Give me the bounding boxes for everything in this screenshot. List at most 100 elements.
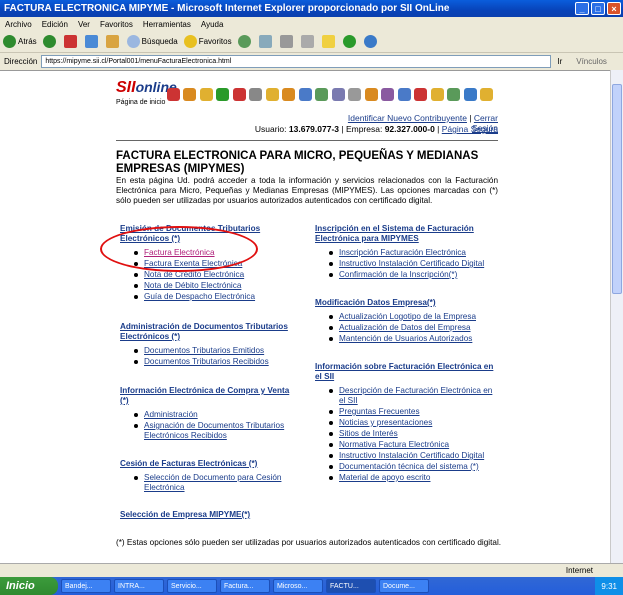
list-item: Administración <box>120 410 292 420</box>
section-inscripcion: Inscripción en el Sistema de Facturación… <box>315 224 495 280</box>
list-item: Documentos Tributarios Emitidos <box>120 346 290 356</box>
section-informacion: Información sobre Facturación Electrónic… <box>315 362 495 483</box>
window-title: FACTURA ELECTRONICA MIPYME - Microsoft I… <box>4 3 450 14</box>
nav-icon-8[interactable] <box>282 79 297 107</box>
page-viewport <box>0 70 610 590</box>
header-divider <box>116 140 498 141</box>
nav-icon-12[interactable] <box>348 79 363 107</box>
taskbar-item[interactable]: INTRA... <box>114 579 164 593</box>
user-line: Usuario: 13.679.077-3 | Empresa: 92.327.… <box>254 124 498 134</box>
list-item: Normativa Factura Electrónica <box>315 440 495 450</box>
messenger-button[interactable] <box>342 35 358 48</box>
list-item: Confirmación de la Inscripción(*) <box>315 270 495 280</box>
nav-icon-18[interactable] <box>447 79 462 107</box>
refresh-icon <box>84 35 98 48</box>
list-item: Preguntas Frecuentes <box>315 407 495 417</box>
list-item: Noticias y presentaciones <box>315 418 495 428</box>
nav-icon-16[interactable] <box>414 79 429 107</box>
secure-page-link[interactable]: Página Segura <box>442 124 498 134</box>
search-button[interactable]: Búsqueda <box>126 35 178 48</box>
home-link[interactable]: Página de inicio <box>116 99 165 106</box>
section-administracion: Administración de Documentos Tributarios… <box>120 322 290 367</box>
go-button[interactable]: Ir <box>557 57 562 66</box>
list-item: Material de apoyo escrito <box>315 473 495 483</box>
star-icon <box>183 35 197 48</box>
new-taxpayer-link[interactable]: Identificar Nuevo Contribuyente <box>348 113 467 123</box>
print-icon <box>279 35 293 48</box>
close-button[interactable]: × <box>607 2 621 15</box>
people-button[interactable] <box>363 35 379 48</box>
section-seleccion-empresa: Selección de Empresa MIPYME(*) <box>120 510 251 519</box>
menu-favorites[interactable]: Favoritos <box>95 20 138 29</box>
nav-icon-9[interactable] <box>298 79 313 107</box>
list-item: Mantención de Usuarios Autorizados <box>315 334 495 344</box>
list-item: Sitios de Interés <box>315 429 495 439</box>
nav-icon-6[interactable] <box>249 79 264 107</box>
links-button[interactable]: Vínculos <box>576 57 607 66</box>
mail-button[interactable] <box>258 35 274 48</box>
mail-icon <box>258 35 272 48</box>
menu-help[interactable]: Ayuda <box>196 20 229 29</box>
menu-view[interactable]: Ver <box>73 20 95 29</box>
edit-button[interactable] <box>300 35 316 48</box>
nav-icon-4[interactable] <box>216 79 231 107</box>
taskbar-item[interactable]: Docume... <box>379 579 429 593</box>
menu-bar: Archivo Edición Ver Favoritos Herramient… <box>0 17 623 31</box>
taskbar-item[interactable]: Factura... <box>220 579 270 593</box>
favorites-button[interactable]: Favoritos <box>183 35 232 48</box>
address-bar: Dirección https://mipyme.sii.cl/Portal00… <box>0 53 623 69</box>
intro-text: En esta página Ud. podrá acceder a toda … <box>116 176 498 205</box>
history-button[interactable] <box>237 35 253 48</box>
vertical-scrollbar[interactable] <box>610 70 623 590</box>
stop-button[interactable] <box>63 35 79 48</box>
nav-icon-5[interactable] <box>232 79 247 107</box>
taskbar-item[interactable]: Servicio... <box>167 579 217 593</box>
nav-icon-2[interactable] <box>183 79 198 107</box>
user-rut: 13.679.077-3 <box>288 124 340 134</box>
address-input[interactable]: https://mipyme.sii.cl/Portal001/menuFact… <box>41 54 552 68</box>
nav-icon-10[interactable] <box>315 79 330 107</box>
nav-icon-15[interactable] <box>397 79 412 107</box>
taskbar-item-active[interactable]: FACTU... <box>326 579 376 593</box>
page-title: FACTURA ELECTRONICA PARA MICRO, PEQUEÑAS… <box>116 150 479 175</box>
section-cesion: Cesión de Facturas Electrónicas (*) Sele… <box>120 459 290 493</box>
history-icon <box>237 35 251 48</box>
home-button[interactable] <box>105 35 121 48</box>
nav-icon-11[interactable] <box>331 79 346 107</box>
edit-icon <box>300 35 314 48</box>
nav-icon-7[interactable] <box>265 79 280 107</box>
taskbar-item[interactable]: Bandej... <box>61 579 111 593</box>
highlight-circle <box>100 226 258 272</box>
maximize-button[interactable]: □ <box>591 2 605 15</box>
back-button[interactable]: Atrás <box>3 35 37 48</box>
window-titlebar: FACTURA ELECTRONICA MIPYME - Microsoft I… <box>0 0 623 17</box>
taskbar-item[interactable]: Microso... <box>273 579 323 593</box>
print-button[interactable] <box>279 35 295 48</box>
system-tray: 9:31 <box>595 577 623 595</box>
forward-button[interactable] <box>42 35 58 48</box>
minimize-button[interactable]: _ <box>575 2 589 15</box>
nav-icon-14[interactable] <box>381 79 396 107</box>
list-item: Nota de Crédito Electrónica <box>120 270 290 280</box>
refresh-button[interactable] <box>84 35 100 48</box>
nav-icon-13[interactable] <box>364 79 379 107</box>
list-item: Descripción de Facturación Electrónica e… <box>315 386 495 406</box>
list-item: Inscripción Facturación Electrónica <box>315 248 495 258</box>
scrollbar-thumb[interactable] <box>612 84 622 294</box>
clover-icon <box>342 35 356 48</box>
start-button[interactable]: Inicio <box>0 577 58 595</box>
nav-icon-17[interactable] <box>430 79 445 107</box>
nav-icon-19[interactable] <box>463 79 478 107</box>
menu-tools[interactable]: Herramientas <box>138 20 196 29</box>
sii-logo[interactable]: SIIonline Página de inicio <box>116 79 177 107</box>
menu-edit[interactable]: Edición <box>37 20 73 29</box>
stop-icon <box>63 35 77 48</box>
discuss-button[interactable] <box>321 35 337 48</box>
list-item: Instructivo Instalación Certificado Digi… <box>315 451 495 461</box>
nav-icon-3[interactable] <box>199 79 214 107</box>
nav-icon-1[interactable] <box>166 79 181 107</box>
company-rut: 92.327.000-0 <box>384 124 435 134</box>
menu-file[interactable]: Archivo <box>0 20 37 29</box>
nav-icon-20[interactable] <box>480 79 495 107</box>
home-icon <box>105 35 119 48</box>
